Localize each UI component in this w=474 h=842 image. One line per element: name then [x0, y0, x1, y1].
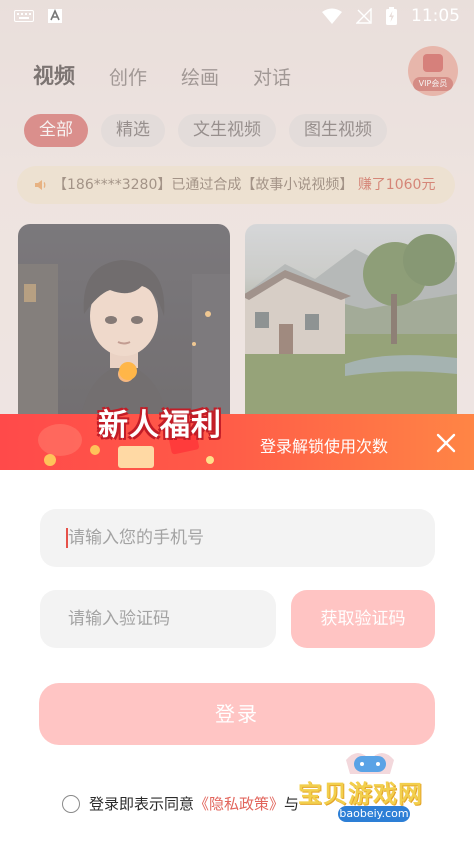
wifi-icon — [322, 8, 342, 24]
verification-code-input[interactable] — [40, 590, 276, 648]
status-right: 11:05 — [322, 6, 460, 26]
promo-banner — [0, 414, 474, 470]
a-icon — [48, 9, 62, 23]
keyboard-icon — [14, 10, 34, 22]
banner-subtitle: 登录解锁使用次数 — [260, 437, 389, 456]
agreement-row: 登录即表示同意 《隐私政策》 与 — [62, 793, 299, 814]
text-caret — [66, 528, 68, 548]
privacy-policy-link[interactable]: 《隐私政策》 — [194, 793, 284, 814]
banner-title: 新人福利 — [98, 408, 222, 443]
status-bar: 11:05 — [0, 0, 474, 34]
status-time: 11:05 — [411, 6, 460, 26]
agree-and: 与 — [284, 795, 300, 813]
battery-charging-icon — [386, 7, 397, 25]
dim-overlay — [0, 0, 474, 470]
banner-decoration — [38, 424, 214, 468]
status-left — [14, 9, 62, 23]
coin-decoration — [119, 362, 137, 380]
no-signal-icon — [356, 8, 372, 24]
watermark-text: 宝贝游戏网 — [298, 780, 423, 808]
watermark-url: baobeiy.com — [338, 806, 410, 822]
agree-radio[interactable] — [62, 794, 80, 813]
get-code-button[interactable]: 获取验证码 — [291, 590, 435, 648]
phone-input[interactable] — [40, 509, 435, 567]
close-icon[interactable] — [434, 431, 458, 455]
login-button[interactable]: 登录 — [39, 683, 435, 745]
agree-prefix: 登录即表示同意 — [89, 795, 195, 813]
